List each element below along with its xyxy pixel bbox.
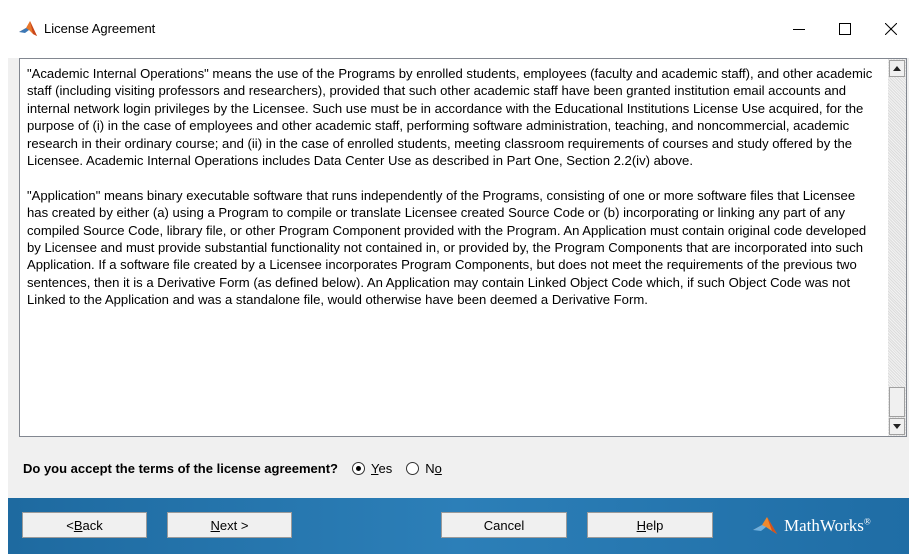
close-icon bbox=[885, 23, 897, 35]
triangle-down-icon bbox=[893, 424, 901, 429]
scroll-thumb[interactable] bbox=[889, 387, 905, 417]
mathworks-logo-icon bbox=[753, 517, 777, 534]
license-text-area[interactable]: "Academic Internal Operations" means the… bbox=[19, 58, 907, 437]
accept-question: Do you accept the terms of the license a… bbox=[23, 460, 338, 476]
minimize-icon bbox=[793, 29, 805, 30]
radio-selected-icon[interactable] bbox=[351, 461, 365, 475]
title-bar[interactable]: License Agreement bbox=[8, 0, 909, 58]
close-button[interactable] bbox=[868, 12, 909, 46]
accept-terms-row: Do you accept the terms of the license a… bbox=[23, 458, 442, 478]
next-button[interactable]: Next > bbox=[167, 512, 292, 538]
help-button[interactable]: Help bbox=[587, 512, 713, 538]
minimize-button[interactable] bbox=[776, 12, 822, 46]
maximize-button[interactable] bbox=[822, 12, 868, 46]
mathworks-logo: MathWorks® bbox=[752, 512, 871, 540]
triangle-up-icon bbox=[893, 66, 901, 71]
license-text: "Academic Internal Operations" means the… bbox=[27, 65, 879, 326]
vertical-scrollbar[interactable] bbox=[888, 59, 906, 436]
accept-no-radio[interactable]: No bbox=[406, 461, 442, 476]
radio-unselected-icon[interactable] bbox=[406, 461, 420, 475]
button-bar: < Back Next > Cancel Help MathWorks® bbox=[8, 498, 909, 554]
license-paragraph: "Academic Internal Operations" means the… bbox=[27, 66, 873, 169]
scroll-up-button[interactable] bbox=[889, 60, 905, 77]
yes-label: Yes bbox=[370, 460, 393, 476]
license-paragraph: "Application" means binary executable so… bbox=[27, 187, 867, 308]
matlab-membrane-icon bbox=[18, 20, 38, 38]
accept-yes-radio[interactable]: Yes bbox=[351, 460, 393, 476]
window-title: License Agreement bbox=[44, 21, 156, 36]
maximize-icon bbox=[839, 23, 851, 35]
scroll-down-button[interactable] bbox=[889, 418, 905, 435]
brand-name: MathWorks® bbox=[784, 516, 871, 535]
license-agreement-window: License Agreement "Academic Internal Ope… bbox=[0, 0, 909, 554]
cancel-button[interactable]: Cancel bbox=[441, 512, 567, 538]
window-left-edge bbox=[0, 0, 8, 554]
no-label: No bbox=[425, 460, 442, 476]
back-button[interactable]: < Back bbox=[22, 512, 147, 538]
